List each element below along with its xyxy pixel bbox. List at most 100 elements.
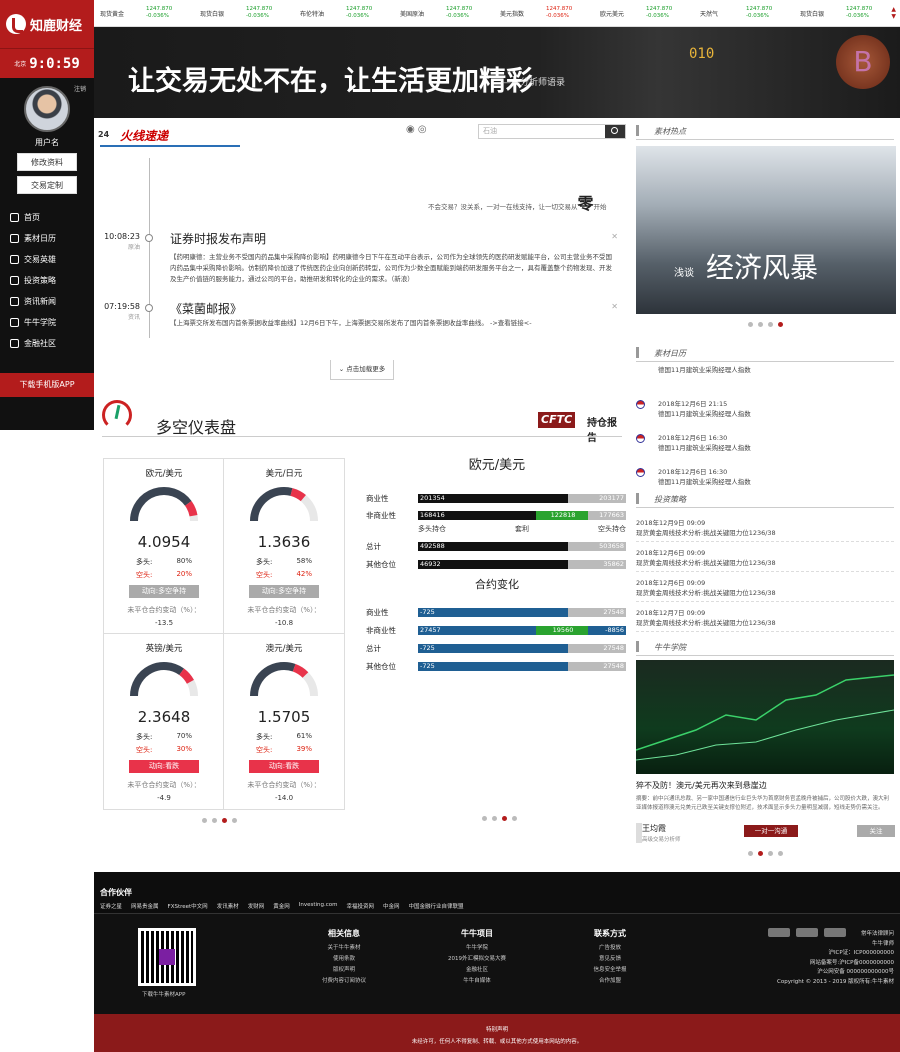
- pager-dot[interactable]: [778, 322, 783, 327]
- follow-button[interactable]: 关注: [857, 825, 895, 837]
- pager-dot[interactable]: [758, 851, 763, 856]
- footer-link[interactable]: 2019外汇模拟交易大赛: [422, 954, 532, 965]
- pager-dot[interactable]: [502, 816, 507, 821]
- ticker-item[interactable]: 现货白银 1247.870 -0.036%: [194, 0, 294, 26]
- gauge-card: 美元/日元 1.3636 多头: 58% 空头: 42% 动向:多空争持 未平仓合约变动（%）…: [224, 459, 344, 634]
- edit-profile-button[interactable]: 修改资料: [17, 153, 77, 171]
- partner-link[interactable]: 网易贵金属: [131, 902, 159, 910]
- ticker-price: 1247.870: [346, 6, 373, 12]
- ticker-item[interactable]: 天然气 1247.870 -0.036%: [694, 0, 794, 26]
- close-icon[interactable]: ✕: [611, 232, 618, 241]
- footer-column: 相关信息 关于牛牛素材 使用条款 版权声明 付费内容订阅协议: [289, 928, 399, 987]
- search-input[interactable]: 石油: [479, 125, 625, 138]
- footer-link[interactable]: 信息安全举报: [555, 965, 665, 976]
- hero-banner: 让交易无处不在，让生活更加精彩 ——分析师语录 010 B: [94, 27, 900, 118]
- ticker-item[interactable]: 现货白银 1247.870 -0.036%: [794, 0, 894, 26]
- avatar[interactable]: [24, 86, 70, 132]
- promo-big: 零: [577, 194, 594, 213]
- hot-image[interactable]: 浅谈 经济风暴: [636, 146, 896, 314]
- partner-link[interactable]: FXStreet中文网: [168, 902, 208, 910]
- us-flag-icon: [636, 400, 645, 409]
- partner-link[interactable]: 证券之星: [100, 902, 122, 910]
- strategy-item[interactable]: 2018年12月7日 09:09 现货黄金周线技术分析:挑战关键阻力位1236/3…: [636, 604, 894, 632]
- partner-link[interactable]: 中金网: [383, 902, 400, 910]
- footer-link[interactable]: 版权声明: [289, 965, 399, 976]
- footer-link[interactable]: 牛牛自媒体: [422, 976, 532, 987]
- footer-link[interactable]: 牛牛学院: [422, 943, 532, 954]
- footer-link[interactable]: 关于牛牛素材: [289, 943, 399, 954]
- author-name[interactable]: 王均霞: [642, 823, 666, 834]
- strategy-item[interactable]: 2018年12月6日 09:09 现货黄金周线技术分析:挑战关键阻力位1236/3…: [636, 574, 894, 602]
- hero-icon: [10, 255, 19, 264]
- news-title[interactable]: 证券时报发布声明: [170, 230, 266, 247]
- brand[interactable]: 知鹿财经: [0, 0, 94, 48]
- partner-link[interactable]: 中国金融行业自律联盟: [409, 902, 464, 910]
- footer-link[interactable]: 合作加盟: [555, 976, 665, 987]
- logout-link[interactable]: 注销: [74, 84, 86, 93]
- share-icons: ◉ ◎: [406, 124, 427, 135]
- pager-dot[interactable]: [758, 322, 763, 327]
- sidebar-item-calendar[interactable]: 素材日历: [0, 228, 94, 249]
- pager-dot[interactable]: [222, 818, 227, 823]
- pager-dot[interactable]: [748, 851, 753, 856]
- weibo-icon[interactable]: ◎: [418, 124, 427, 135]
- partner-link[interactable]: 发财网: [248, 902, 265, 910]
- ticker-item[interactable]: 现货黄金 1247.870 -0.036%: [94, 0, 194, 26]
- sidebar-item-strategy[interactable]: 投资策略: [0, 270, 94, 291]
- strategy-item[interactable]: 2018年12月6日 09:09 现货黄金周线技术分析:挑战关键阻力位1236/3…: [636, 544, 894, 572]
- article-title[interactable]: 猝不及防！澳元/美元再次来到悬崖边: [636, 780, 767, 791]
- pager-dot[interactable]: [512, 816, 517, 821]
- download-app-button[interactable]: 下载手机版APP: [0, 373, 94, 397]
- footer-link[interactable]: 广告投放: [555, 943, 665, 954]
- pager-dot[interactable]: [492, 816, 497, 821]
- close-icon[interactable]: ✕: [611, 302, 618, 311]
- partner-link[interactable]: Investing.com: [299, 902, 338, 910]
- footer-link[interactable]: 金融社区: [422, 965, 532, 976]
- footer-link[interactable]: 付费内容订阅协议: [289, 976, 399, 987]
- partner-link[interactable]: 黄金网: [273, 902, 290, 910]
- pager-dot[interactable]: [232, 818, 237, 823]
- sidebar-item-home[interactable]: 首页: [0, 207, 94, 228]
- ticker-scroll-icon[interactable]: ▲ ▼: [891, 6, 896, 20]
- sidebar-item-school[interactable]: 牛牛学院: [0, 312, 94, 333]
- search-icon[interactable]: [605, 125, 625, 138]
- calendar-text: 德国11月建筑业采购经理人指数: [658, 366, 751, 374]
- pager-dot[interactable]: [768, 322, 773, 327]
- sidebar: 知鹿财经 北京 9:0:59 注销 用户名 修改资料 交易定制 首页 素材日历 …: [0, 0, 94, 430]
- pager-dot[interactable]: [212, 818, 217, 823]
- gauge-direction[interactable]: 动向:看跌: [129, 760, 199, 773]
- cot-legend: 多头持仓 套利 空头持仓: [418, 524, 626, 534]
- gauge-direction[interactable]: 动向:多空争持: [249, 585, 319, 598]
- chat-button[interactable]: 一对一沟通: [744, 825, 798, 837]
- pager-dot[interactable]: [778, 851, 783, 856]
- footer-link[interactable]: 使用条款: [289, 954, 399, 965]
- footer-link[interactable]: 意见反馈: [555, 954, 665, 965]
- news-title[interactable]: 《菜菌邮报》: [170, 300, 242, 317]
- sidebar-item-news[interactable]: 资讯新闻: [0, 291, 94, 312]
- cot-bar-left: 201354: [418, 493, 568, 503]
- ticker-item[interactable]: 欧元美元 1247.870 -0.036%: [594, 0, 694, 26]
- pager-dot[interactable]: [482, 816, 487, 821]
- school-image[interactable]: [635, 660, 895, 774]
- partner-link[interactable]: 发讯素材: [217, 902, 239, 910]
- cot-bar: -725 27548: [418, 643, 626, 653]
- pager-dot[interactable]: [202, 818, 207, 823]
- pager-dot[interactable]: [768, 851, 773, 856]
- promo-text2: 开始: [593, 203, 607, 211]
- trade-custom-button[interactable]: 交易定制: [17, 176, 77, 194]
- sidebar-item-hero[interactable]: 交易英雄: [0, 249, 94, 270]
- strategy-item[interactable]: 2018年12月9日 09:09 现货黄金周线技术分析:挑战关键阻力位1236/3…: [636, 514, 894, 542]
- ticker-item[interactable]: 美国原油 1247.870 -0.036%: [394, 0, 494, 26]
- load-more-button[interactable]: ⌄ 点击加载更多: [330, 360, 394, 380]
- wechat-icon[interactable]: ◉: [406, 124, 415, 135]
- ticker-item[interactable]: 布伦特油 1247.870 -0.036%: [294, 0, 394, 26]
- sidebar-item-community[interactable]: 金融社区: [0, 333, 94, 354]
- gauge-arc: [250, 487, 318, 522]
- ticker-price: 1247.870: [546, 6, 573, 12]
- pager-dot[interactable]: [748, 322, 753, 327]
- gauge-direction[interactable]: 动向:看跌: [249, 760, 319, 773]
- ticker-item[interactable]: 美元指数 1247.870 -0.036%: [494, 0, 594, 26]
- partner-link[interactable]: 幸福投资网: [347, 902, 375, 910]
- banner-binary: 010: [689, 46, 715, 62]
- gauge-direction[interactable]: 动向:多空争持: [129, 585, 199, 598]
